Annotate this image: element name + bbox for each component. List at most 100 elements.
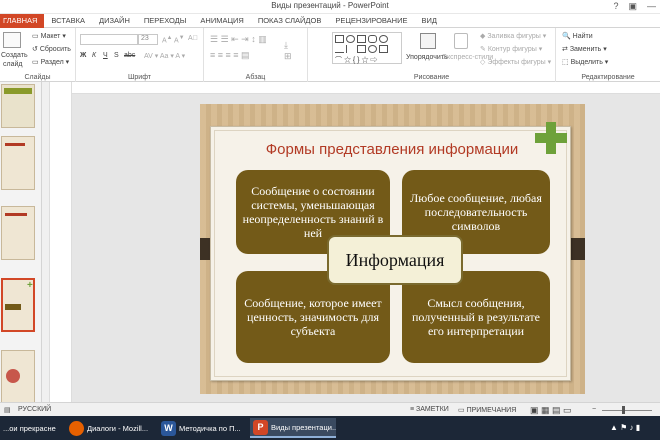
shape-rect4[interactable] <box>379 45 388 53</box>
shape-line2[interactable] <box>346 45 355 53</box>
group-slides-label: Слайды <box>24 74 51 81</box>
align-icons[interactable]: ≡ ≡ ≡ ≡ ▤ <box>210 50 250 61</box>
new-slide-label[interactable]: Создать <box>1 52 28 59</box>
tab-review[interactable]: РЕЦЕНЗИРОВАНИЕ <box>328 14 414 28</box>
taskbar-item-word[interactable]: W Методичка по П... <box>158 418 244 438</box>
window-title: Виды презентаций - PowerPoint <box>271 1 389 10</box>
bold-button[interactable]: Ж <box>80 52 86 59</box>
view-buttons[interactable]: ▣ ▦ ▤ ▭ <box>530 405 572 416</box>
tab-view[interactable]: ВИД <box>415 14 444 28</box>
center-box[interactable]: Информация <box>327 235 463 285</box>
replace-button[interactable]: ⇄ Заменить ▾ <box>562 45 607 53</box>
thumb-decor <box>4 88 32 94</box>
spacing-icon[interactable]: AV ▾ Aa ▾ A ▾ <box>144 52 185 60</box>
vertical-ruler <box>60 82 72 402</box>
shape-rect[interactable] <box>335 35 344 43</box>
underline-button[interactable]: Ч <box>103 52 108 59</box>
ribbon-options-icon[interactable]: ▣ <box>628 1 637 12</box>
powerpoint-icon: P <box>253 419 268 435</box>
group-paragraph-label: Абзац <box>245 74 266 81</box>
shape-rect3[interactable] <box>357 45 366 53</box>
slide-thumbnails: + <box>0 82 42 402</box>
tab-slideshow[interactable]: ПОКАЗ СЛАЙДОВ <box>251 14 329 28</box>
shape-row3[interactable]: ⌒ ☆ { } ☆ ⇨ <box>335 55 377 65</box>
group-font-label: Шрифт <box>127 74 152 81</box>
shape-rounded[interactable] <box>368 35 377 43</box>
font-name-input[interactable] <box>80 34 138 45</box>
zoom-thumb[interactable] <box>622 406 625 414</box>
thumb-slide-2[interactable] <box>1 136 35 190</box>
taskbar-item-firefox[interactable]: Диалоги - Mozill... <box>66 418 152 438</box>
task-label-1: ...ои прекрасней... <box>3 423 56 433</box>
task-label-3: Методичка по П... <box>179 423 241 433</box>
font-size-input[interactable]: 23 <box>138 34 158 45</box>
thumb-slide-3[interactable] <box>1 206 35 260</box>
thumb-decor <box>6 369 20 383</box>
group-editing: 🔍 Найти ⇄ Заменить ▾ ⬚ Выделить ▾ Редакт… <box>556 28 660 82</box>
text-direction-icon[interactable]: ⤓ ⊞ <box>284 40 292 62</box>
thumb-decor <box>5 213 27 216</box>
tab-home[interactable]: ГЛАВНАЯ <box>0 14 45 28</box>
list-icons[interactable]: ☰ ☰ ⇤ ⇥ ↕ ▥ <box>210 34 267 45</box>
thumb-slide-5[interactable] <box>1 350 35 402</box>
tab-animations[interactable]: АНИМАЦИЯ <box>193 14 250 28</box>
plus-icon: + <box>27 280 33 291</box>
slide-title[interactable]: Формы представления информации <box>222 141 562 158</box>
shadow-button[interactable]: S <box>114 52 119 59</box>
group-slides: Создать слайд ▭ Макет ▾ ↺ Сбросить ▭ Раз… <box>0 28 76 82</box>
shape-oval3[interactable] <box>368 45 377 53</box>
taskbar-item-1[interactable]: ...ои прекрасней... <box>0 418 56 438</box>
select-button[interactable]: ⬚ Выделить ▾ <box>562 58 608 66</box>
thumb-decor <box>5 143 25 146</box>
ribbon: Создать слайд ▭ Макет ▾ ↺ Сбросить ▭ Раз… <box>0 28 660 82</box>
clear-format-icon[interactable]: A⃠ <box>188 35 198 42</box>
new-slide-icon[interactable] <box>3 32 21 48</box>
tab-insert[interactable]: ВСТАВКА <box>44 14 92 28</box>
shape-oval2[interactable] <box>379 35 388 43</box>
spell-icon[interactable]: ▤ <box>4 406 11 414</box>
shape-fill-button[interactable]: ◆ Заливка фигуры ▾ <box>480 32 546 40</box>
word-icon: W <box>161 420 176 436</box>
find-button[interactable]: 🔍 Найти <box>562 32 593 40</box>
shape-line[interactable] <box>335 45 344 53</box>
layout-button[interactable]: ▭ Макет ▾ <box>32 32 66 40</box>
notes-button[interactable]: ≡ ЗАМЕТКИ <box>410 406 449 413</box>
tab-transitions[interactable]: ПЕРЕХОДЫ <box>137 14 194 28</box>
strikethrough-button[interactable]: abc <box>124 52 135 59</box>
taskbar-item-powerpoint[interactable]: P Виды презентаци... <box>250 418 336 438</box>
comments-button[interactable]: ▭ ПРИМЕЧАНИЯ <box>458 406 516 414</box>
task-label-2: Диалоги - Mozill... <box>87 423 149 433</box>
reset-button[interactable]: ↺ Сбросить <box>32 45 71 53</box>
thumb-slide-4-selected[interactable]: + <box>1 278 35 332</box>
group-drawing-label: Рисование <box>413 74 450 81</box>
group-font: 23 A▲ A▼ A⃠ Ж К Ч S abc AV ▾ Aa ▾ A ▾ Шр… <box>76 28 204 82</box>
new-slide-label2[interactable]: слайд <box>3 61 22 68</box>
status-bar: ▤ РУССКИЙ ≡ ЗАМЕТКИ ▭ ПРИМЕЧАНИЯ ▣ ▦ ▤ ▭… <box>0 402 660 416</box>
shape-oval[interactable] <box>346 35 355 43</box>
group-drawing: ⌒ ☆ { } ☆ ⇨ Упорядочить Экспресс-стили ◆… <box>308 28 556 82</box>
group-editing-label: Редактирование <box>581 74 635 81</box>
help-icon[interactable]: ? <box>613 1 618 12</box>
taskbar: ...ои прекрасней... Диалоги - Mozill... … <box>0 416 660 440</box>
zoom-slider[interactable] <box>602 410 652 411</box>
zoom-out-icon[interactable]: − <box>592 406 596 413</box>
italic-button[interactable]: К <box>92 52 96 59</box>
ribbon-tabs: ГЛАВНАЯ ВСТАВКА ДИЗАЙН ПЕРЕХОДЫ АНИМАЦИЯ… <box>0 14 660 28</box>
section-button[interactable]: ▭ Раздел ▾ <box>32 58 69 66</box>
minimize-icon[interactable]: — <box>647 1 656 12</box>
shape-outline-button[interactable]: ✎ Контур фигуры ▾ <box>480 45 542 53</box>
shape-effects-button[interactable]: ◇ Эффекты фигуры ▾ <box>480 58 551 66</box>
shape-rect2[interactable] <box>357 35 366 43</box>
task-label-4: Виды презентаци... <box>271 422 336 432</box>
language-indicator[interactable]: РУССКИЙ <box>18 406 51 413</box>
font-grow-icon[interactable]: A▲ A▼ <box>162 35 184 44</box>
thumb-slide-1[interactable] <box>1 84 35 128</box>
tray-icons[interactable]: ▲ ⚑ ♪ ▮ <box>610 423 640 432</box>
quick-styles-icon[interactable] <box>454 33 468 49</box>
tab-design[interactable]: ДИЗАЙН <box>92 14 137 28</box>
thumb-decor <box>5 304 21 310</box>
arrange-icon[interactable] <box>420 33 436 49</box>
shapes-gallery[interactable]: ⌒ ☆ { } ☆ ⇨ <box>332 32 402 64</box>
group-paragraph: ☰ ☰ ⇤ ⇥ ↕ ▥ ≡ ≡ ≡ ≡ ▤ ⤓ ⊞ Абзац <box>204 28 308 82</box>
thumbs-scrollbar[interactable] <box>42 82 50 402</box>
